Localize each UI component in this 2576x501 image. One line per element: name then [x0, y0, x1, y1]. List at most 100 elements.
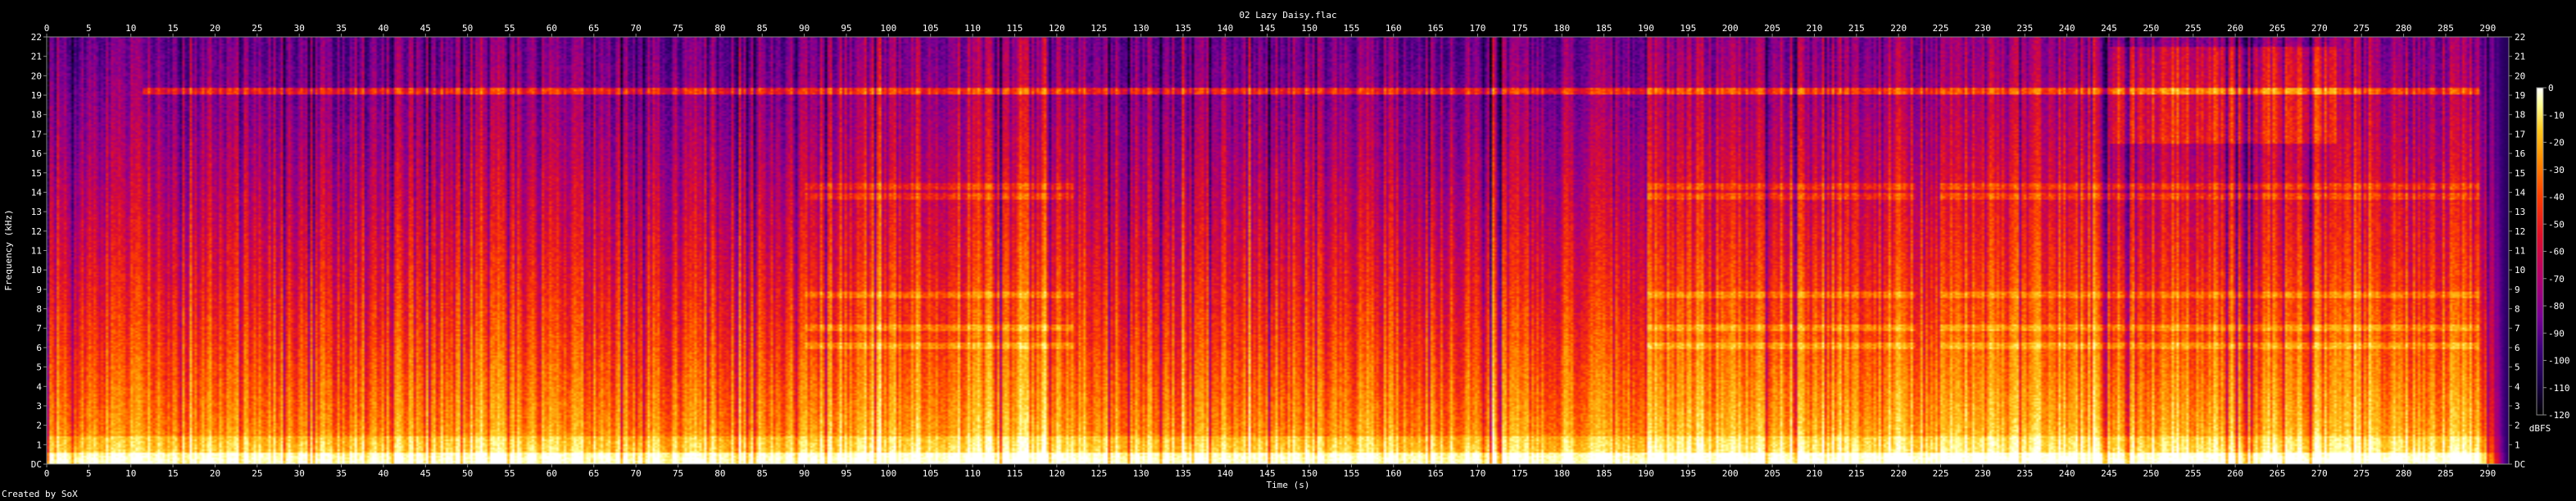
x-tick-label-bottom: 55	[504, 468, 515, 479]
x-tick-label-bottom: 80	[714, 468, 725, 479]
y-tick-label-left: 3	[36, 401, 42, 412]
x-tick-label-top: 245	[2101, 23, 2117, 34]
x-tick-label-bottom: 85	[757, 468, 768, 479]
x-tick-label-top: 240	[2059, 23, 2075, 34]
y-tick-label-left: 2	[36, 421, 42, 431]
x-tick-label-top: 25	[252, 23, 262, 34]
x-tick-label-top: 35	[336, 23, 347, 34]
x-tick-label-top: 155	[1343, 23, 1359, 34]
x-tick-label-bottom: 20	[210, 468, 220, 479]
x-tick-label-top: 50	[462, 23, 473, 34]
y-tick-label-right: 12	[2515, 226, 2525, 237]
x-tick-label-top: 280	[2396, 23, 2412, 34]
colorbar-tick-label: -10	[2548, 110, 2565, 121]
y-tick-label-left: 9	[36, 285, 42, 295]
x-tick-label-top: 160	[1386, 23, 1402, 34]
colorbar-tick-label: -30	[2548, 165, 2565, 175]
x-tick-label-bottom: 130	[1133, 468, 1150, 479]
x-tick-label-top: 85	[757, 23, 768, 34]
x-tick-label-bottom: 280	[2396, 468, 2412, 479]
x-tick-label-top: 5	[86, 23, 92, 34]
y-axis-left: DC12345678910111213141516171819202122	[31, 32, 47, 470]
colorbar-tick-label: -90	[2548, 328, 2565, 339]
x-tick-label-top: 55	[504, 23, 515, 34]
y-tick-label-right: 1	[2515, 440, 2520, 450]
y-tick-label-left: 6	[36, 343, 42, 353]
x-tick-label-top: 80	[714, 23, 725, 34]
x-tick-label-bottom: 140	[1217, 468, 1233, 479]
x-tick-label-bottom: 165	[1427, 468, 1444, 479]
x-tick-label-top: 15	[167, 23, 178, 34]
x-tick-label-bottom: 35	[336, 468, 347, 479]
x-tick-label-bottom: 230	[1975, 468, 1991, 479]
y-tick-label-right: 11	[2515, 246, 2525, 257]
x-tick-label-bottom: 205	[1764, 468, 1780, 479]
x-tick-label-bottom: 90	[799, 468, 810, 479]
x-tick-label-bottom: 65	[588, 468, 599, 479]
x-tick-label-bottom: 25	[252, 468, 262, 479]
y-tick-label-left: 4	[36, 381, 42, 392]
x-tick-label-top: 10	[125, 23, 136, 34]
y-tick-label-left: 5	[36, 362, 42, 373]
x-axis-bottom: 0 5 10 15 20 25 30 35 40 45 50 55 60 65 70 75 80 85 90 95 10…	[44, 464, 2496, 479]
y-tick-label-right: 21	[2515, 52, 2525, 62]
y-tick-label-right: 13	[2515, 207, 2525, 217]
x-tick-label-bottom: 40	[378, 468, 388, 479]
x-axis-top: 0 5 10 15 20 25 30 35 40 45 50 55 60 65 70 75 80 85 90 95 10…	[44, 23, 2496, 37]
x-tick-label-bottom: 60	[546, 468, 557, 479]
x-tick-label-bottom: 75	[673, 468, 683, 479]
x-tick-label-bottom: 195	[1680, 468, 1696, 479]
x-tick-label-bottom: 245	[2101, 468, 2117, 479]
x-tick-label-top: 115	[1007, 23, 1023, 34]
y-tick-label-left: 8	[36, 304, 42, 315]
x-tick-label-bottom: 0	[44, 468, 50, 479]
x-tick-label-bottom: 170	[1470, 468, 1486, 479]
x-tick-label-bottom: 150	[1301, 468, 1317, 479]
x-tick-label-top: 200	[1722, 23, 1739, 34]
x-tick-label-top: 260	[2227, 23, 2243, 34]
y-tick-label-left: DC	[31, 459, 42, 470]
x-tick-label-top: 60	[546, 23, 557, 34]
y-tick-label-right: 17	[2515, 129, 2525, 139]
x-tick-label-bottom: 185	[1596, 468, 1612, 479]
x-tick-label-top: 120	[1049, 23, 1065, 34]
x-tick-label-top: 95	[841, 23, 851, 34]
x-tick-label-top: 230	[1975, 23, 1991, 34]
spectrogram-image	[47, 37, 2509, 464]
x-tick-label-bottom: 100	[880, 468, 896, 479]
colorbar-tick-label: -80	[2548, 301, 2565, 312]
x-tick-label-top: 110	[964, 23, 981, 34]
x-tick-label-top: 250	[2143, 23, 2159, 34]
y-tick-label-right: 3	[2515, 401, 2520, 412]
y-tick-label-left: 16	[31, 148, 42, 159]
x-tick-label-top: 20	[210, 23, 220, 34]
x-tick-label-bottom: 235	[2016, 468, 2033, 479]
y-tick-label-left: 20	[31, 71, 42, 81]
y-tick-label-right: 18	[2515, 110, 2525, 121]
x-tick-label-bottom: 290	[2479, 468, 2496, 479]
x-tick-label-bottom: 255	[2185, 468, 2202, 479]
credit-text: Created by SoX	[2, 489, 78, 499]
colorbar-tick-label: -50	[2548, 219, 2565, 230]
y-tick-label-right: 19	[2515, 90, 2525, 101]
colorbar-tick-label: -60	[2548, 247, 2565, 257]
x-tick-label-top: 175	[1512, 23, 1528, 34]
y-tick-label-left: 19	[31, 90, 42, 101]
x-tick-label-bottom: 10	[125, 468, 136, 479]
x-tick-label-bottom: 240	[2059, 468, 2075, 479]
x-tick-label-top: 210	[1806, 23, 1822, 34]
y-tick-label-right: 16	[2515, 148, 2525, 159]
x-tick-label-bottom: 125	[1091, 468, 1107, 479]
x-tick-label-bottom: 50	[462, 468, 473, 479]
colorbar-tick-label: -120	[2548, 410, 2570, 421]
y-tick-label-left: 10	[31, 265, 42, 276]
chart-title: 02 Lazy Daisy.flac	[1239, 10, 1336, 20]
plot-area	[46, 36, 2510, 465]
x-tick-label-top: 70	[631, 23, 642, 34]
y-tick-label-left: 1	[36, 440, 42, 450]
x-tick-label-bottom: 110	[964, 468, 981, 479]
y-tick-label-left: 17	[31, 129, 42, 139]
x-tick-label-top: 290	[2479, 23, 2496, 34]
y-tick-label-left: 13	[31, 207, 42, 217]
colorbar-tick-label: -20	[2548, 138, 2565, 148]
